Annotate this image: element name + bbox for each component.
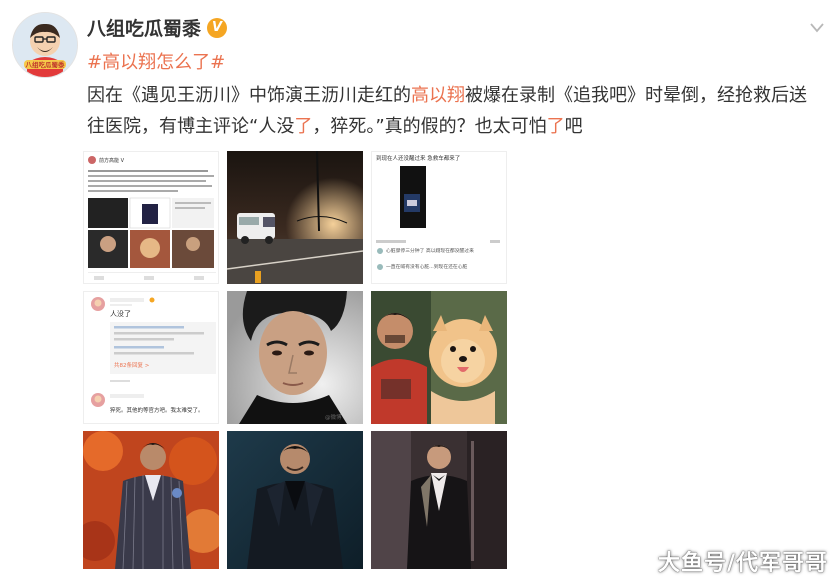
post-text-segment: ，猝死。”真的假的？也太可怕 <box>312 116 547 137</box>
thumbnail-suit-autumn[interactable] <box>83 431 219 569</box>
image-grid: 前方高能 V 到现在人还没醒过来 急救车都来了 心脏骤停三分钟了 高以翔现在都没… <box>83 151 507 569</box>
thumbnail-selfie-dog[interactable] <box>371 291 507 424</box>
thumbnail-portrait-dark[interactable]: @微博 <box>227 291 363 424</box>
thumbnail-chat-screenshot[interactable]: 到现在人还没醒过来 急救车都来了 心脏骤停三分钟了 高以翔现在都没醒过来 一直在… <box>371 151 507 284</box>
post-text: 因在《遇见王沥川》中饰演王沥川走红的高以翔被爆在录制《追我吧》时晕倒，经抢救后送… <box>87 80 822 142</box>
avatar[interactable]: 八组吃瓜蜀黍 <box>12 12 78 78</box>
watermark-text: 大鱼号/代军哥哥 <box>657 551 828 576</box>
chat-line-2: 一直在喊有没有心脏...到现在还在心脏 <box>386 263 468 270</box>
thumbnail-post-screenshot[interactable]: 前方高能 V <box>83 151 219 284</box>
post-text-segment: 因在《遇见王沥川》中饰演王沥川走红的 <box>87 85 411 106</box>
emphasis-text: 了 <box>294 116 313 137</box>
avatar-label: 八组吃瓜蜀黍 <box>25 60 66 69</box>
comment-text-top: 人没了 <box>110 309 131 318</box>
mention-link[interactable]: 高以翔 <box>411 85 465 106</box>
image-watermark: @微博 <box>325 413 342 421</box>
emphasis-text: 了 <box>546 116 565 137</box>
avatar-cartoon-icon: 八组吃瓜蜀黍 <box>13 13 77 77</box>
post-author[interactable]: 八组吃瓜蜀黍 V <box>87 14 228 41</box>
thumbnail-tuxedo[interactable] <box>371 431 507 569</box>
screenshot-header: 前方高能 V <box>99 157 125 164</box>
thumbnail-comment-screenshot[interactable]: 人没了 共82条回复 > 猝死。其他的等官方吧。我太难受了。 <box>83 291 219 424</box>
post-text-segment: 吧 <box>564 116 583 137</box>
chevron-down-icon[interactable] <box>810 18 824 37</box>
chat-line-1: 心脏骤停三分钟了 高以翔现在都没醒过来 <box>386 247 474 254</box>
thumbnail-dark-suit[interactable] <box>227 431 363 569</box>
username[interactable]: 八组吃瓜蜀黍 <box>87 14 201 41</box>
replies-link: 共82条回复 > <box>114 361 150 369</box>
hashtag-link[interactable]: #高以翔怎么了# <box>87 48 225 74</box>
comment-text-bottom: 猝死。其他的等官方吧。我太难受了。 <box>110 406 204 414</box>
thumbnail-ambulance-night[interactable] <box>227 151 363 284</box>
chat-title: 到现在人还没醒过来 急救车都来了 <box>376 154 460 162</box>
verified-v-icon: V <box>207 17 228 38</box>
